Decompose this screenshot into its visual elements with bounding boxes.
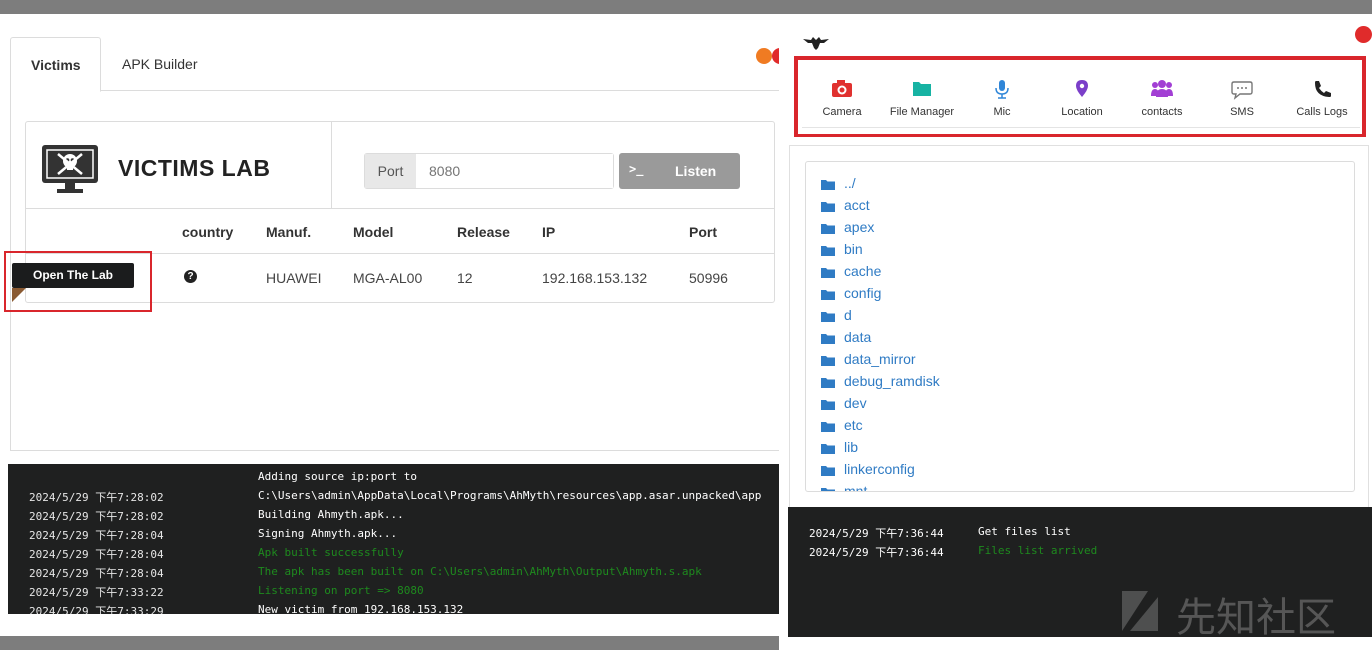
folder-icon [821, 312, 835, 322]
folder-icon [821, 246, 835, 256]
tab-victims[interactable]: Victims [10, 37, 101, 92]
cell-release: 12 [457, 270, 473, 286]
folder-icon [821, 378, 835, 388]
cell-model: MGA-AL00 [353, 270, 423, 286]
folder-icon [821, 290, 835, 300]
folder-icon [821, 268, 835, 278]
close-button[interactable] [1355, 26, 1372, 43]
folder-icon [821, 488, 835, 491]
col-manuf: Manuf. [266, 224, 312, 240]
port-input[interactable] [417, 154, 613, 188]
tab-apk-builder[interactable]: APK Builder [102, 37, 217, 91]
folder-icon [821, 400, 835, 410]
unknown-country-icon: ? [184, 270, 197, 283]
port-input-group: Port [364, 153, 614, 189]
watermark: 先知社区 [1176, 595, 1336, 637]
folder-icon [821, 202, 835, 212]
lab-title: VICTIMS LAB [118, 155, 271, 181]
listen-button[interactable]: >_ Listen [619, 153, 740, 189]
file-manager-panel: ../ acct apex bin cache config d data da… [789, 145, 1369, 509]
col-release: Release [457, 224, 510, 240]
cell-manuf: HUAWEI [266, 270, 322, 286]
lab-header: VICTIMS LAB [26, 122, 332, 208]
folder-icon [821, 334, 835, 344]
col-port: Port [689, 224, 717, 240]
col-country: country [182, 224, 234, 240]
folder-icon [821, 444, 835, 454]
minimize-button[interactable] [756, 48, 772, 64]
port-label: Port [365, 154, 416, 188]
folder-icon [821, 466, 835, 476]
file-list: ../ acct apex bin cache config d data da… [805, 161, 1355, 492]
victims-table-header: country Manuf. Model Release IP Port [26, 208, 774, 254]
col-model: Model [353, 224, 394, 240]
terminal-icon: >_ [629, 162, 644, 176]
tab-bar: Victims APK Builder [10, 37, 780, 92]
main-console: Adding source ip:port to 2024/5/29 下午7:2… [8, 464, 780, 614]
folder-icon [821, 224, 835, 234]
folder-icon [821, 422, 835, 432]
folder-icon [821, 180, 835, 190]
cell-port: 50996 [689, 270, 728, 286]
highlight-box [4, 251, 152, 312]
cell-ip: 192.168.153.132 [542, 270, 648, 286]
folder-icon [821, 356, 835, 366]
lab-console: 2024/5/29 下午7:36:44 Get files list 2024/… [788, 507, 1372, 637]
listen-label: Listen [675, 163, 717, 179]
toolbar-highlight-box [794, 56, 1366, 137]
ahmyth-bird-logo [803, 37, 829, 50]
monitor-skull-icon [42, 145, 98, 193]
col-ip: IP [542, 224, 556, 240]
watermark-logo-icon [1122, 591, 1158, 631]
